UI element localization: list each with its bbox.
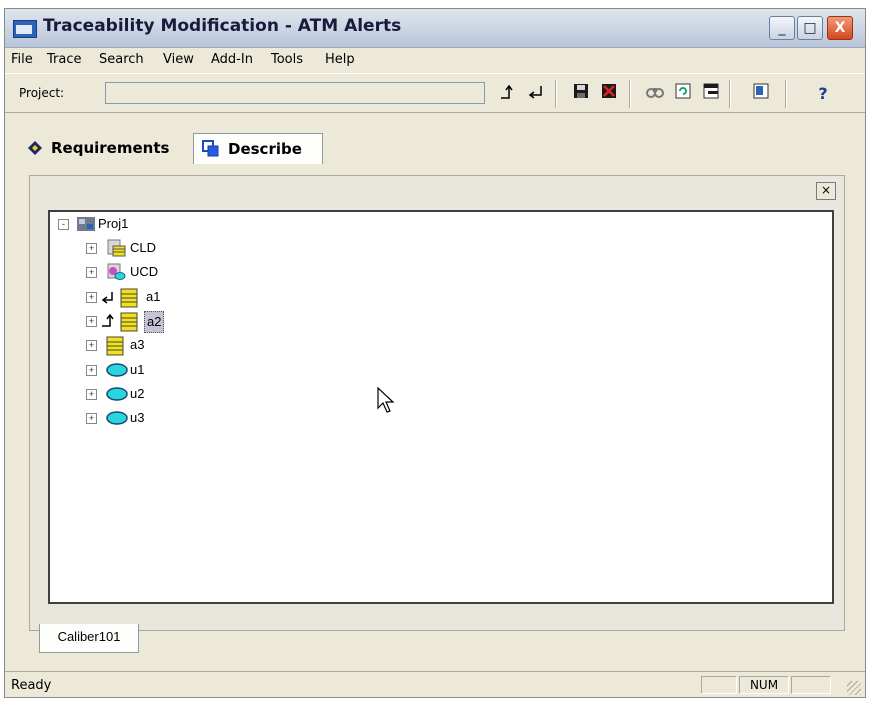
refresh-icon[interactable] xyxy=(671,82,695,106)
minimize-button[interactable]: _ xyxy=(769,16,795,40)
menu-view[interactable]: View xyxy=(163,52,194,67)
menu-bar: File Trace Search View Add-In Tools Help xyxy=(5,48,865,70)
describe-icon xyxy=(202,140,219,157)
menu-add-in[interactable]: Add-In xyxy=(211,52,253,67)
usecase-icon xyxy=(106,387,128,401)
tab-requirements-label: Requirements xyxy=(51,139,170,157)
tree-node[interactable]: + UCD xyxy=(84,262,184,282)
usecase-icon xyxy=(106,363,128,377)
status-num: NUM xyxy=(739,676,789,694)
expand-icon[interactable]: + xyxy=(86,389,97,400)
save-icon[interactable] xyxy=(569,82,593,106)
window-title: Traceability Modification - ATM Alerts xyxy=(43,16,402,36)
export-icon[interactable] xyxy=(749,82,773,106)
find-icon[interactable] xyxy=(643,82,667,106)
usecase-icon xyxy=(106,411,128,425)
delete-icon[interactable] xyxy=(597,82,621,106)
tree-node[interactable]: + a1 xyxy=(84,287,194,308)
expand-icon[interactable]: + xyxy=(86,267,97,278)
tree-label: a2 xyxy=(144,311,165,333)
maximize-button[interactable]: □ xyxy=(797,16,823,40)
project-label: Project: xyxy=(19,86,65,100)
project-field[interactable] xyxy=(105,82,485,104)
expand-icon[interactable]: + xyxy=(86,365,97,376)
describe-panel: × - Proj1 + CLD + UCD + a1 + a2 + a3 + u… xyxy=(29,175,845,631)
app-icon xyxy=(13,20,37,38)
tree-label: u2 xyxy=(130,386,145,401)
toolbar-separator xyxy=(785,80,787,108)
trace-up-icon[interactable] xyxy=(495,82,519,106)
project-tree[interactable]: - Proj1 + CLD + UCD + a1 + a2 + a3 + u1 … xyxy=(48,210,834,604)
tab-describe[interactable]: Describe xyxy=(193,133,323,164)
panel-close-button[interactable]: × xyxy=(816,182,836,200)
tree-label: a3 xyxy=(130,337,145,352)
class-diagram-icon xyxy=(107,239,126,257)
tree-label: u1 xyxy=(130,362,145,377)
menu-trace[interactable]: Trace xyxy=(47,52,82,67)
trace-down-icon[interactable] xyxy=(523,82,547,106)
tree-label: Proj1 xyxy=(98,216,129,231)
usecase-diagram-icon xyxy=(107,263,126,280)
tree-label: UCD xyxy=(130,264,159,279)
tree-node-selected[interactable]: + a2 xyxy=(84,311,204,333)
main-window: Traceability Modification - ATM Alerts _… xyxy=(4,8,866,698)
tree-node[interactable]: + u2 xyxy=(84,384,184,404)
diamond-icon xyxy=(28,141,42,155)
tree-node-root[interactable]: - Proj1 xyxy=(56,214,176,234)
resize-grip[interactable] xyxy=(847,681,861,695)
close-button[interactable]: X xyxy=(827,16,853,40)
tab-describe-label: Describe xyxy=(228,140,302,158)
status-cell-empty xyxy=(791,676,831,694)
menu-help[interactable]: Help xyxy=(325,52,355,67)
tab-requirements[interactable]: Requirements xyxy=(17,133,187,163)
status-text: Ready xyxy=(11,678,52,693)
tab-caliber101[interactable]: Caliber101 xyxy=(39,624,139,653)
status-bar: Ready NUM xyxy=(5,671,865,698)
project-icon xyxy=(77,217,95,231)
tree-node[interactable]: + CLD xyxy=(84,238,184,258)
toolbar-separator xyxy=(629,80,631,108)
trace-up-icon xyxy=(102,313,114,327)
status-cell-empty xyxy=(701,676,737,694)
menu-tools[interactable]: Tools xyxy=(271,52,303,67)
toolbar-separator xyxy=(555,80,557,108)
help-icon[interactable]: ? xyxy=(811,82,835,106)
collapse-icon[interactable]: - xyxy=(58,219,69,230)
menu-file[interactable]: File xyxy=(11,52,33,67)
expand-icon[interactable]: + xyxy=(86,292,97,303)
requirement-icon xyxy=(120,288,138,308)
expand-icon[interactable]: + xyxy=(86,340,97,351)
menu-search[interactable]: Search xyxy=(99,52,144,67)
trace-down-icon xyxy=(101,292,113,304)
requirement-icon xyxy=(106,336,124,356)
expand-icon[interactable]: + xyxy=(86,243,97,254)
tree-node[interactable]: + a3 xyxy=(84,335,184,356)
title-bar[interactable]: Traceability Modification - ATM Alerts _… xyxy=(5,9,865,48)
toolbar: Project: ? xyxy=(5,73,865,113)
tree-label: CLD xyxy=(130,240,157,255)
tree-label: u3 xyxy=(130,410,145,425)
expand-icon[interactable]: + xyxy=(86,413,97,424)
mouse-cursor-icon xyxy=(377,386,395,413)
tree-node[interactable]: + u1 xyxy=(84,360,184,380)
requirement-icon xyxy=(120,312,138,332)
tree-label: a1 xyxy=(146,289,161,304)
window-icon[interactable] xyxy=(699,82,723,106)
toolbar-separator xyxy=(729,80,731,108)
tree-node[interactable]: + u3 xyxy=(84,408,184,428)
expand-icon[interactable]: + xyxy=(86,316,97,327)
